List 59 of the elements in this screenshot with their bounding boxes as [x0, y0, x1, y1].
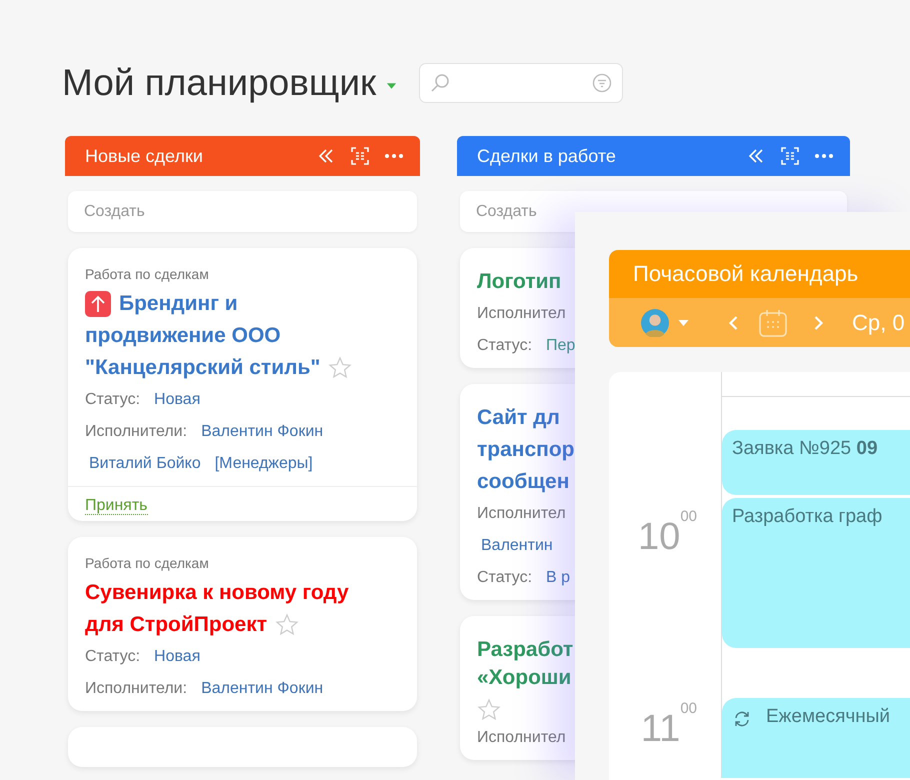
avatar-icon[interactable] [641, 308, 669, 336]
field-label: Статус: [85, 390, 140, 410]
calendar-event[interactable]: Разработка граф [722, 498, 910, 648]
calendar-event[interactable]: Заявка №925 09 [722, 430, 910, 495]
calendar-event[interactable]: Ежемесячный [722, 698, 910, 778]
deal-card[interactable]: Работа по сделкам Сувенирка к новому году для СтройПроект Статус: Новая Исполнители: Валентин Фокин [68, 537, 417, 711]
column-title: Новые сделки [85, 146, 204, 166]
field-value[interactable]: Пер [542, 330, 576, 362]
field-value[interactable]: Валентин Фокин [197, 673, 324, 705]
deal-title[interactable]: «Хороши [477, 666, 572, 690]
search-icon [430, 72, 450, 92]
field-value[interactable]: Валентин [477, 530, 553, 562]
deal-card[interactable]: Работа по сделкам Брендинг и продвижение ООО "Канцелярский стиль" Статус: Новая Исполнители: Валентин Фокин Виталий Бойко [Менеджеры] Принять [68, 248, 417, 521]
dropdown-caret-icon[interactable] [386, 82, 398, 90]
previous-icon[interactable] [728, 314, 739, 330]
field-value[interactable]: Новая [150, 384, 200, 416]
search-field[interactable] [419, 62, 624, 102]
field-label: Исполнители: [85, 422, 188, 442]
create-field[interactable]: Создать [68, 191, 417, 232]
field-label: Исполнител [477, 728, 566, 748]
card-category: Работа по сделкам [85, 555, 210, 571]
page-title: Мой планировщик [62, 62, 376, 104]
deal-title[interactable]: Сайт дл [477, 406, 560, 430]
field-label: Статус: [477, 336, 532, 356]
filter-icon[interactable] [592, 72, 612, 92]
deal-title[interactable]: транспор [477, 438, 574, 462]
scan-icon[interactable] [780, 146, 800, 166]
deal-title[interactable]: Сувенирка к новому году [85, 581, 349, 605]
field-value[interactable]: В р [542, 562, 570, 594]
deal-title[interactable]: "Канцелярский стиль" [85, 356, 320, 380]
accept-link[interactable]: Принять [85, 497, 148, 515]
field-value[interactable]: Новая [150, 641, 200, 673]
deal-title[interactable]: Разработ [477, 638, 574, 662]
field-label: Исполнители: [85, 679, 188, 699]
caret-icon[interactable] [677, 318, 690, 326]
deal-title[interactable]: продвижение ООО [85, 324, 281, 348]
star-icon[interactable] [275, 613, 299, 637]
field-label: Статус: [85, 647, 140, 667]
card-category: Работа по сделкам [85, 266, 210, 282]
field-value[interactable]: Виталий Бойко [85, 448, 201, 480]
star-icon[interactable] [328, 356, 352, 380]
deal-title[interactable]: Брендинг и [119, 292, 238, 316]
field-value[interactable]: [Менеджеры] [210, 448, 313, 480]
scan-icon[interactable] [350, 146, 370, 166]
deal-title[interactable]: для СтройПроект [85, 613, 267, 637]
date-label: Ср, 0 [852, 310, 905, 336]
calendar-icon[interactable] [758, 308, 788, 338]
hour-label: 11$^{00}$ [640, 699, 698, 752]
field-value[interactable]: Валентин Фокин [197, 416, 324, 448]
field-label: Статус: [477, 568, 532, 588]
field-label: Исполнител [477, 504, 566, 524]
hour-label: 10$^{00}$ [637, 507, 698, 560]
column-title: Сделки в работе [477, 146, 617, 166]
calendar-title: Почасовой календарь [609, 250, 910, 298]
next-icon[interactable] [813, 314, 824, 330]
deal-title[interactable]: Логотип [477, 270, 562, 294]
star-icon[interactable] [477, 698, 501, 722]
field-label: Исполнител [477, 304, 566, 324]
deal-title[interactable]: сообщен [477, 470, 570, 494]
